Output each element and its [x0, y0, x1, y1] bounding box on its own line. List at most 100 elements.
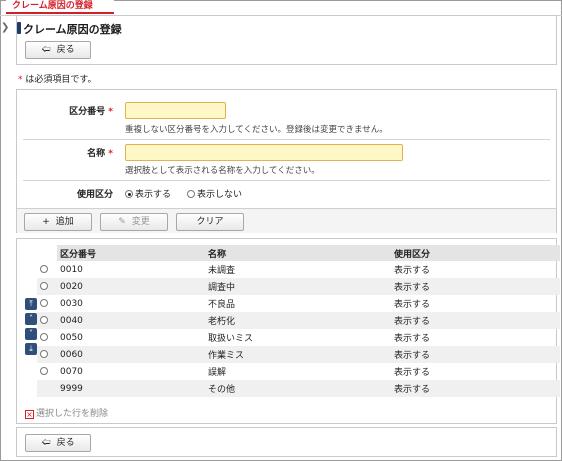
row-radio[interactable] — [40, 332, 48, 341]
title-accent-bar — [17, 22, 21, 34]
row-select-cell — [37, 363, 57, 380]
arrow-left-icon: 🢠 — [41, 438, 51, 448]
add-button[interactable]: + 追加 — [24, 213, 92, 231]
row-usage: 表示する — [391, 278, 560, 295]
code-label-text: 区分番号 — [69, 107, 106, 117]
row-select-cell — [37, 278, 57, 295]
row-radio[interactable] — [40, 366, 48, 375]
row-usage: 表示する — [391, 312, 560, 329]
delete-x-icon: × — [25, 410, 34, 419]
move-bottom-icon[interactable]: ⤓ — [25, 343, 37, 355]
radio-unselected-icon — [187, 190, 195, 198]
row-name: その他 — [205, 380, 391, 397]
row-select-cell — [37, 295, 57, 312]
name-help-text: 選択肢として表示される名称を入力してください。 — [125, 166, 320, 176]
required-note-text: は必須項目です。 — [25, 75, 97, 85]
table-row[interactable]: 0070 誤解 表示する — [37, 363, 560, 380]
arrow-left-icon: 🢠 — [41, 45, 51, 55]
required-note: * は必須項目です。 — [18, 72, 96, 85]
pencil-icon: ✎ — [118, 217, 126, 227]
row-order-nav: ⤒ ˄ ˅ ⤓ — [25, 298, 37, 358]
divider — [23, 139, 550, 140]
row-usage: 表示する — [391, 380, 560, 397]
row-usage: 表示する — [394, 368, 431, 378]
row-code: 9999 — [57, 380, 205, 397]
change-button[interactable]: ✎ 変更 — [100, 213, 168, 231]
clear-button[interactable]: クリア — [176, 213, 244, 231]
header-panel: クレーム原因の登録 🢠 戻る — [16, 15, 557, 65]
code-label: 区分番号 * — [17, 104, 113, 117]
code-required-mark: * — [108, 107, 113, 117]
table-row[interactable]: 0030 不良品 表示する — [37, 295, 560, 312]
column-header-code: 区分番号 — [57, 245, 205, 261]
change-button-label: 変更 — [131, 217, 150, 227]
table-row[interactable]: 0040 老朽化 表示する — [37, 312, 560, 329]
row-usage: 表示する — [394, 334, 431, 344]
row-select-cell — [37, 329, 57, 346]
plus-icon: + — [42, 217, 50, 227]
row-code: 0010 — [60, 264, 83, 275]
select-column-header — [37, 245, 57, 261]
row-name: 取扱いミス — [208, 334, 254, 344]
tab-claim-cause-register[interactable]: クレーム原因の登録 — [6, 0, 114, 14]
row-radio[interactable] — [40, 281, 48, 290]
row-select-cell — [37, 312, 57, 329]
move-up-icon[interactable]: ˄ — [25, 313, 37, 325]
name-required-mark: * — [108, 149, 113, 159]
name-label-text: 名称 — [87, 149, 106, 159]
usage-radio-show[interactable]: 表示する — [125, 187, 171, 200]
clear-button-label: クリア — [196, 217, 224, 227]
row-name: 不良品 — [208, 300, 236, 310]
row-radio[interactable] — [40, 315, 48, 324]
column-header-usage: 使用区分 — [391, 245, 560, 261]
row-code: 0070 — [60, 366, 83, 377]
radio-selected-icon — [125, 190, 133, 198]
code-input[interactable] — [125, 102, 226, 119]
page-title: クレーム原因の登録 — [23, 23, 122, 36]
table-row[interactable]: 9999 その他 表示する — [37, 380, 560, 397]
table-row[interactable]: 0010 未調査 表示する — [37, 261, 560, 278]
code-help-text: 重複しない区分番号を入力してください。登録後は変更できません。 — [125, 125, 388, 135]
form-action-bar: + 追加 ✎ 変更 クリア — [17, 208, 556, 233]
collapse-chevron-icon[interactable]: ❯ — [1, 22, 9, 33]
row-code: 0020 — [57, 278, 205, 295]
row-name: 調査中 — [205, 278, 391, 295]
row-radio[interactable] — [40, 264, 48, 273]
table-row[interactable]: 0020 調査中 表示する — [37, 278, 560, 295]
table-header-row: 区分番号 名称 使用区分 — [37, 245, 560, 261]
row-code: 0030 — [60, 298, 83, 309]
row-radio[interactable] — [40, 349, 48, 358]
row-name: 未調査 — [208, 266, 236, 276]
name-input[interactable] — [125, 144, 403, 161]
usage-option-show-label: 表示する — [135, 190, 172, 200]
usage-label: 使用区分 — [76, 190, 113, 200]
row-select-cell — [37, 346, 57, 363]
table-row[interactable]: 0050 取扱いミス 表示する — [37, 329, 560, 346]
row-usage: 表示する — [391, 346, 560, 363]
usage-radio-hide[interactable]: 表示しない — [187, 187, 242, 200]
back-button-label: 戻る — [56, 438, 75, 448]
delete-selected-button[interactable]: × 選択した行を削除 — [25, 406, 108, 419]
row-radio[interactable] — [40, 298, 48, 307]
row-select-cell — [37, 261, 57, 278]
row-code: 0050 — [60, 332, 83, 343]
delete-selected-label: 選択した行を削除 — [36, 409, 109, 419]
move-down-icon[interactable]: ˅ — [25, 328, 37, 340]
form-panel: 区分番号 * 重複しない区分番号を入力してください。登録後は変更できません。 名… — [16, 89, 557, 233]
row-select-cell — [37, 380, 57, 397]
required-mark: * — [18, 75, 23, 85]
row-name: 作業ミス — [205, 346, 391, 363]
row-usage: 表示する — [394, 300, 431, 310]
column-header-name: 名称 — [205, 245, 391, 261]
back-button[interactable]: 🢠 戻る — [25, 41, 91, 59]
cause-table: 区分番号 名称 使用区分 0010 未調査 表示する 0020 調査中 表示する… — [37, 245, 560, 397]
footer-panel: 🢠 戻る — [16, 427, 557, 457]
row-name: 老朽化 — [205, 312, 391, 329]
back-button-footer[interactable]: 🢠 戻る — [25, 434, 91, 452]
row-code: 0040 — [57, 312, 205, 329]
add-button-label: 追加 — [55, 217, 74, 227]
table-row[interactable]: 0060 作業ミス 表示する — [37, 346, 560, 363]
row-name: 誤解 — [208, 368, 227, 378]
usage-option-hide-label: 表示しない — [197, 190, 243, 200]
move-top-icon[interactable]: ⤒ — [25, 298, 37, 310]
